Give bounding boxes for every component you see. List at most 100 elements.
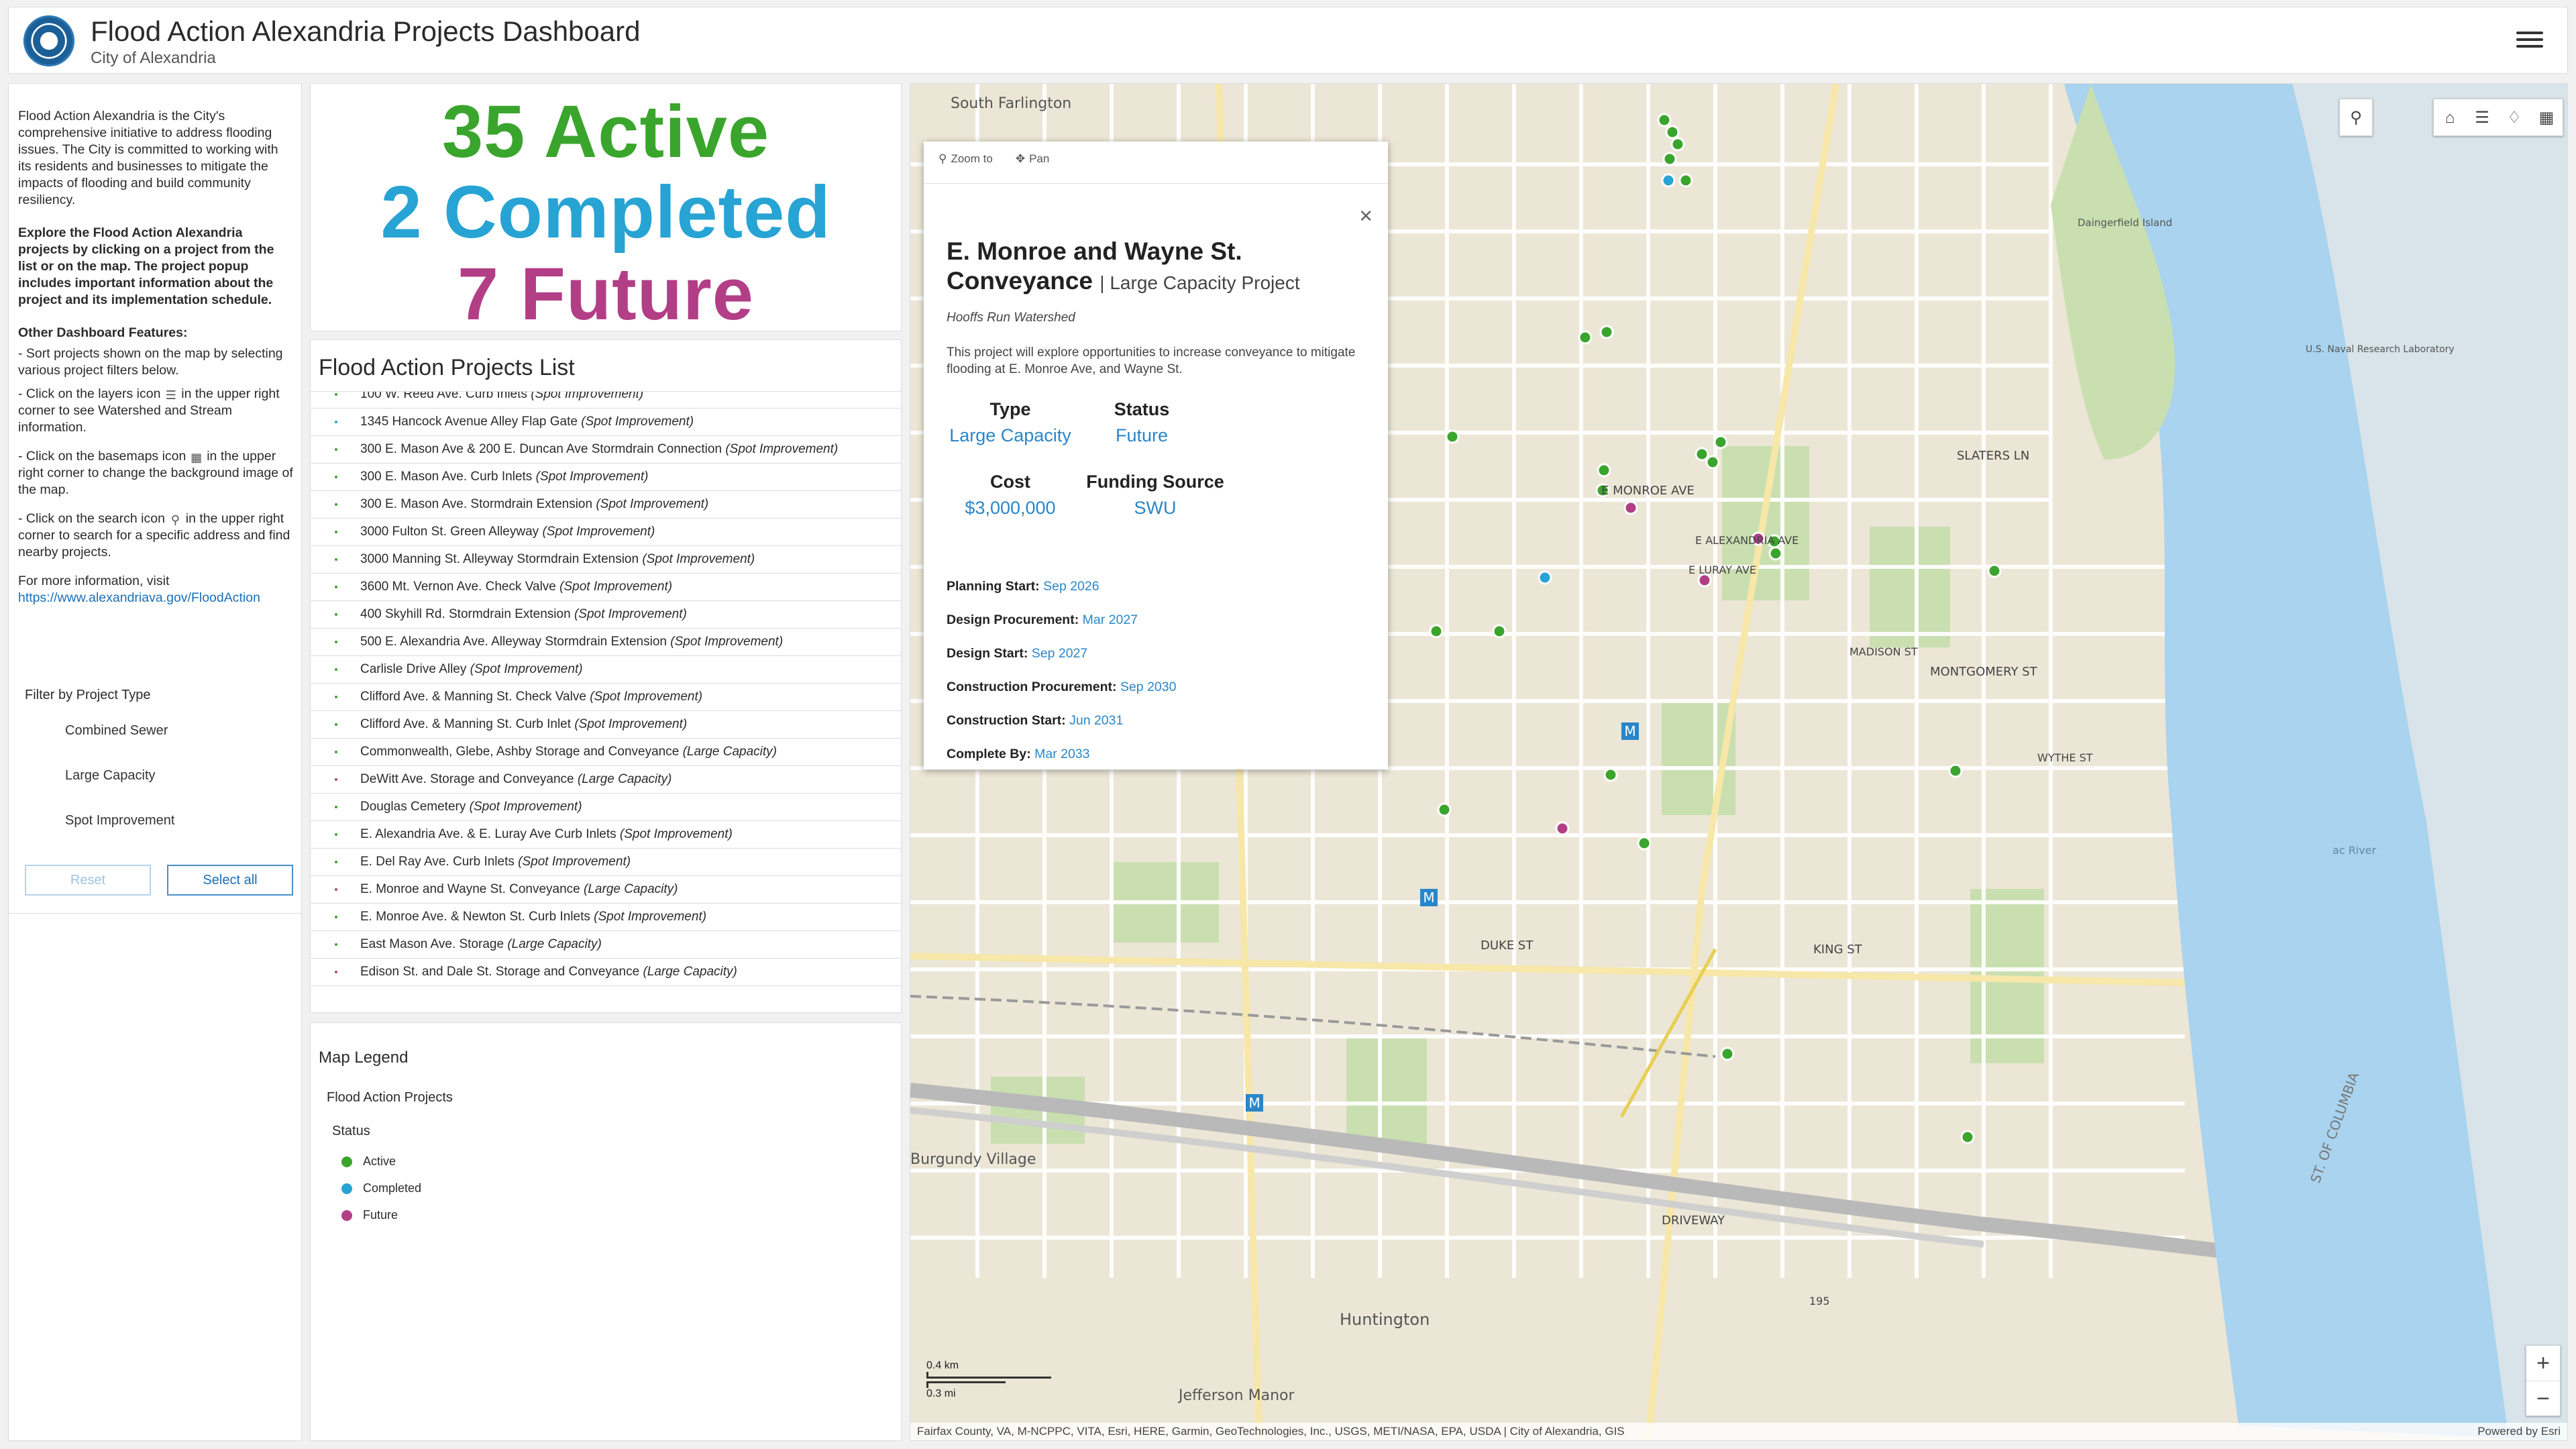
project-point-active[interactable] [1768,546,1783,561]
list-item[interactable]: E. Monroe Ave. & Newton St. Curb Inlets … [311,904,901,931]
status-dot [332,528,340,536]
project-point-active[interactable] [1695,447,1709,462]
list-item[interactable]: 400 Skyhill Rd. Stormdrain Extension (Sp… [311,601,901,629]
project-point-future[interactable] [1623,500,1638,515]
list-item[interactable]: Edison St. and Dale St. Storage and Conv… [311,959,901,986]
map-label: SLATERS LN [1957,449,2029,463]
zoom-to-button[interactable]: ⚲ Zoom to [938,152,993,166]
list-item[interactable]: 100 W. Reed Ave. Curb Inlets (Spot Impro… [311,392,901,409]
menu-icon[interactable] [2516,28,2543,54]
info-text: Flood Action Alexandria is the City's co… [18,108,294,606]
popup-type: Type Large Capacity [949,399,1071,445]
popup-schedule-item: Design Procurement: Mar 2027 [947,612,1138,627]
list-item[interactable]: 3600 Mt. Vernon Ave. Check Valve (Spot I… [311,574,901,601]
list-item[interactable]: E. Del Ray Ave. Curb Inlets (Spot Improv… [311,849,901,876]
popup-funding-source: Funding Source SWU [1086,472,1224,518]
map-label: WYTHE ST [2037,751,2093,764]
project-point-active[interactable] [1665,125,1680,140]
project-point-active[interactable] [1657,113,1672,127]
legend-list-icon[interactable]: ☰ [2466,99,2498,137]
city-seal-logo [23,15,74,66]
status-dot [332,610,340,619]
map-label: DUKE ST [1481,938,1534,953]
svg-text:M: M [1624,723,1635,739]
map-label: Burgundy Village [910,1151,1036,1168]
list-item[interactable]: 300 E. Mason Ave. Curb Inlets (Spot Impr… [311,464,901,491]
future-count: 7 Future [458,253,754,331]
project-point-active[interactable] [1987,564,2002,578]
list-item[interactable]: 500 E. Alexandria Ave. Alleyway Stormdra… [311,629,901,656]
project-point-active[interactable] [1662,152,1677,166]
zoom-out-button[interactable]: − [2526,1381,2560,1415]
pan-icon: ✥ [1015,152,1026,165]
project-point-active[interactable] [1948,763,1963,778]
list-item[interactable]: East Mason Ave. Storage (Large Capacity) [311,931,901,959]
project-point-future[interactable] [1555,821,1570,836]
pan-button[interactable]: ✥ Pan [1016,152,1050,166]
basemaps-icon[interactable]: ▦ [2530,99,2563,137]
map-search-tool[interactable]: ⚲ [2339,99,2373,136]
close-icon[interactable]: ✕ [1358,206,1373,227]
project-point-active[interactable] [1678,173,1693,188]
list-item[interactable]: Clifford Ave. & Manning St. Check Valve … [311,684,901,711]
filter-option-combined-sewer[interactable]: Combined Sewer [65,723,293,768]
project-list[interactable]: 100 W. Reed Ave. Curb Inlets (Spot Impro… [311,391,901,1012]
project-point-active[interactable] [1720,1046,1735,1061]
list-item[interactable]: 300 E. Mason Ave & 200 E. Duncan Ave Sto… [311,436,901,464]
status-dot [332,748,340,756]
map-label: E LURAY AVE [1688,564,1756,576]
popup-schedule-item: Construction Start: Jun 2031 [947,713,1124,728]
list-item[interactable]: Douglas Cemetery (Spot Improvement) [311,794,901,821]
filter-option-spot-improvement[interactable]: Spot Improvement [65,813,293,858]
project-point-active[interactable] [1578,330,1593,345]
list-item[interactable]: E. Alexandria Ave. & E. Luray Ave Curb I… [311,821,901,849]
list-item[interactable]: Clifford Ave. & Manning St. Curb Inlet (… [311,711,901,739]
popup-schedule-item: Complete By: Mar 2033 [947,747,1090,761]
project-point-active[interactable] [1597,463,1611,478]
zoom-in-button[interactable]: + [2526,1346,2560,1381]
project-point-active[interactable] [1492,624,1507,639]
map-label: E ALEXANDRIA AVE [1695,534,1799,547]
list-item[interactable]: 3000 Manning St. Alleyway Stormdrain Ext… [311,546,901,574]
list-item[interactable]: 300 E. Mason Ave. Stormdrain Extension (… [311,491,901,519]
status-dot [332,392,340,398]
scale-km-label: 0.4 km [926,1360,959,1371]
list-item[interactable]: 1345 Hancock Avenue Alley Flap Gate (Spo… [311,409,901,436]
map-view[interactable]: M M M South Farlington Burgundy Village … [910,83,2568,1441]
status-dot [332,941,340,949]
project-point-active[interactable] [1713,435,1728,449]
project-point-active[interactable] [1429,624,1444,639]
list-item[interactable]: Commonwealth, Glebe, Ashby Storage and C… [311,739,901,766]
feature-basemaps: - Click on the basemaps icon ▦ in the up… [18,449,293,497]
project-point-active[interactable] [1960,1130,1975,1144]
intro-text: Flood Action Alexandria is the City's co… [18,109,278,207]
project-point-active[interactable] [1599,325,1614,339]
project-point-active[interactable] [1603,767,1618,782]
list-item[interactable]: 3000 Fulton St. Green Alleyway (Spot Imp… [311,519,901,546]
project-point-active[interactable] [1445,429,1460,444]
list-item[interactable]: E. Monroe and Wayne St. Conveyance (Larg… [311,876,901,904]
popup-description: This project will explore opportunities … [947,345,1356,376]
map-label: Jefferson Manor [1177,1387,1295,1404]
filter-option-large-capacity[interactable]: Large Capacity [65,768,293,813]
future-swatch [341,1210,352,1221]
popup-watershed: Hooffs Run Watershed [947,311,1075,325]
popup-cost: Cost $3,000,000 [965,472,1056,518]
project-point-completed[interactable] [1661,173,1676,188]
completed-swatch [341,1183,352,1194]
project-point-active[interactable] [1705,455,1720,470]
project-point-active[interactable] [1437,802,1452,817]
list-item[interactable]: Carlisle Drive Alley (Spot Improvement) [311,656,901,684]
select-all-button[interactable]: Select all [167,865,293,896]
reset-button[interactable]: Reset [25,865,151,896]
layers-icon[interactable]: ♢ [2498,99,2530,137]
search-icon[interactable]: ⚲ [2340,99,2372,137]
zoom-control: + − [2526,1345,2561,1416]
project-point-completed[interactable] [1538,570,1552,585]
filter-title: Filter by Project Type [25,688,151,702]
project-point-active[interactable] [1637,836,1652,851]
list-item[interactable]: DeWitt Ave. Storage and Conveyance (Larg… [311,766,901,794]
project-point-active[interactable] [1670,137,1685,152]
flood-action-link[interactable]: https://www.alexandriava.gov/FloodAction [18,590,260,605]
home-icon[interactable]: ⌂ [2434,99,2466,137]
